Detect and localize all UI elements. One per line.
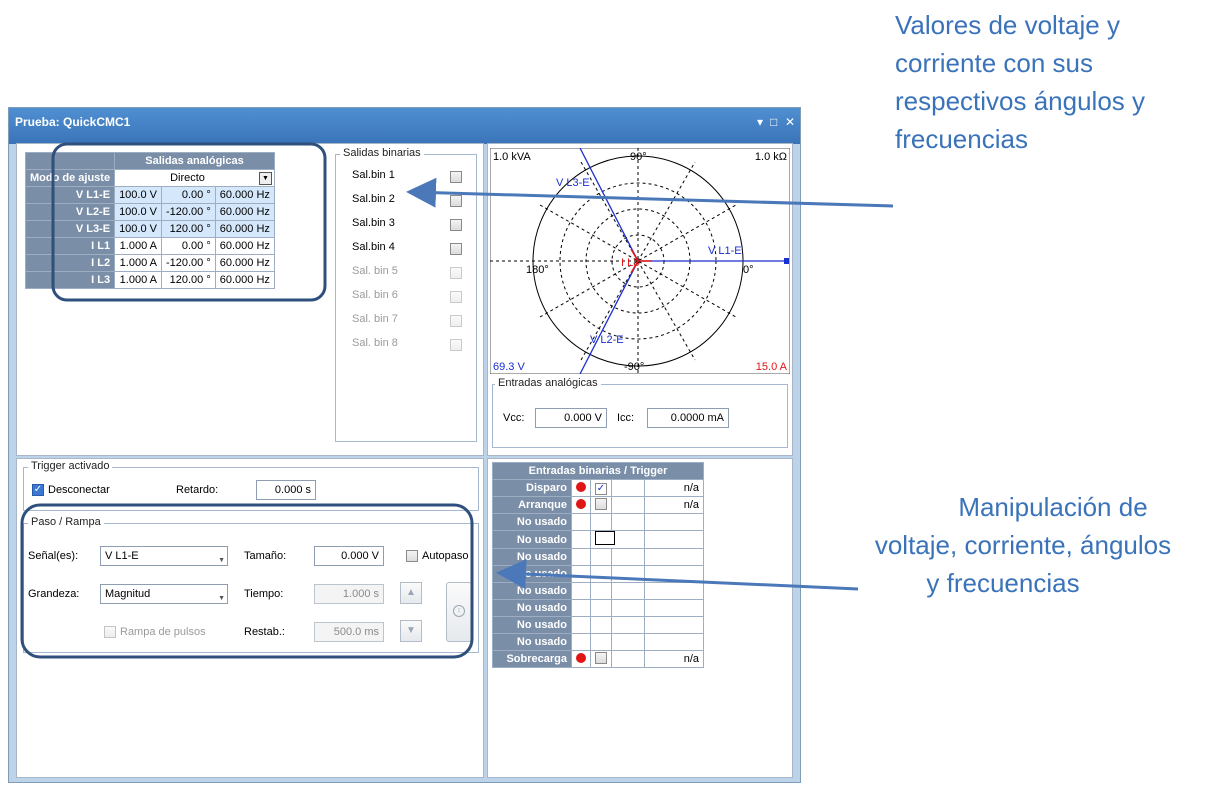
annotation-overlay <box>20 142 894 659</box>
arrow-bottom <box>496 559 859 591</box>
arrow-top <box>406 177 894 208</box>
highlight-analog-table <box>51 142 327 302</box>
highlight-step-ramp <box>20 503 474 659</box>
